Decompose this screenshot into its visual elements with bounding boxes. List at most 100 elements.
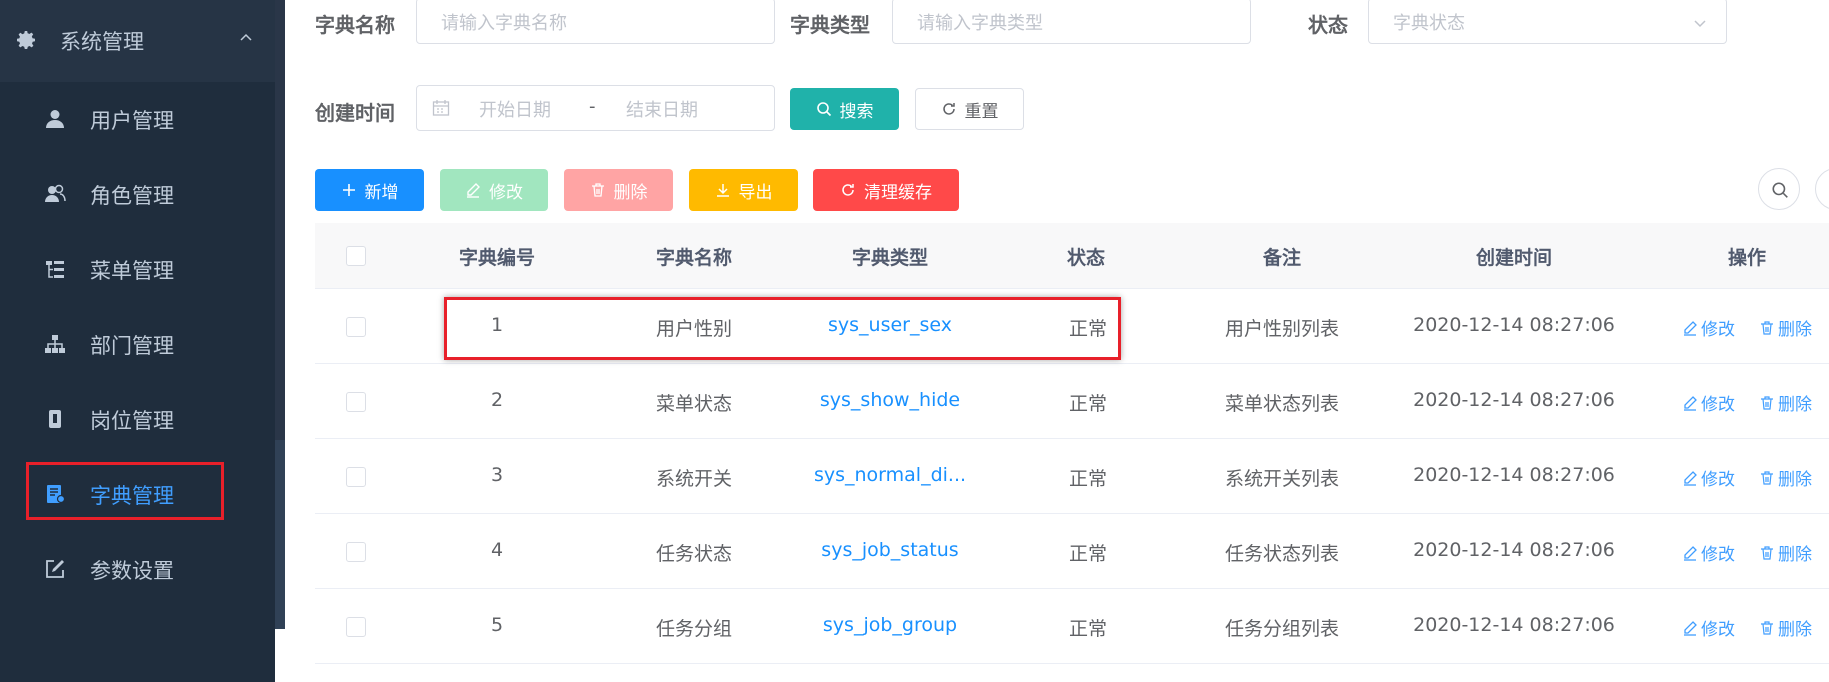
status-placeholder: 字典状态 [1393,13,1465,34]
sidebar-scrollbar[interactable] [275,0,285,440]
row-checkbox[interactable] [346,467,366,487]
highlight-box-row [444,297,1121,360]
row-edit-label: 修改 [1701,470,1735,490]
cell-type-link[interactable]: sys_job_group [823,614,957,636]
sidebar-item-roles[interactable]: 角色管理 [0,157,275,232]
search-icon [1772,182,1788,198]
edit-icon [1684,320,1697,336]
cell-id: 4 [490,539,504,561]
table-row: 3 系统开关 sys_normal_di... 正常 系统开关列表 2020-1… [315,439,1829,514]
row-edit-label: 修改 [1701,395,1735,415]
row-edit-link[interactable]: 修改 [1682,615,1735,640]
sidebar-item-label: 角色管理 [90,184,174,208]
cell-type-link[interactable]: sys_job_status [821,539,958,561]
dict-type-input[interactable]: 请输入字典类型 [892,0,1251,44]
sidebar-item-params[interactable]: 参数设置 [0,532,275,607]
edit-icon [1684,545,1697,561]
cell-status: 正常 [1068,543,1108,565]
row-delete-link[interactable]: 删除 [1759,315,1812,340]
delete-button[interactable]: 删除 [564,169,673,211]
cell-remark: 用户性别列表 [1224,318,1340,340]
reset-button[interactable]: 重置 [915,88,1024,130]
edit-button[interactable]: 修改 [440,169,548,211]
dict-name-placeholder: 请输入字典名称 [441,13,567,34]
chevron-down-icon [1694,20,1706,28]
status-select[interactable]: 字典状态 [1368,0,1727,44]
cell-created: 2020-12-14 08:27:06 [1413,539,1615,561]
sidebar-group-system[interactable]: 系统管理 [0,0,275,82]
trash-icon [1761,395,1773,410]
cell-id: 5 [490,614,504,636]
search-toggle-button[interactable] [1758,168,1800,210]
row-delete-link[interactable]: 删除 [1759,615,1812,640]
row-edit-link[interactable]: 修改 [1682,390,1735,415]
cell-name: 任务分组 [655,618,733,640]
sidebar-item-departments[interactable]: 部门管理 [0,307,275,382]
row-edit-label: 修改 [1701,620,1735,640]
row-checkbox[interactable] [346,392,366,412]
search-button-label: 搜索 [839,101,874,122]
sidebar-item-next[interactable] [0,607,275,682]
row-checkbox[interactable] [346,317,366,337]
dict-name-input[interactable]: 请输入字典名称 [416,0,775,44]
cell-created: 2020-12-14 08:27:06 [1413,314,1615,336]
clear-cache-button[interactable]: 清理缓存 [813,169,959,211]
row-delete-link[interactable]: 删除 [1759,465,1812,490]
row-delete-link[interactable]: 删除 [1759,540,1812,565]
cell-status: 正常 [1068,618,1108,640]
sidebar-item-label: 用户管理 [90,109,174,133]
date-range-picker[interactable]: 开始日期 - 结束日期 [416,85,775,131]
table-header: 字典编号 字典名称 字典类型 状态 备注 创建时间 操作 [315,223,1829,289]
post-icon [49,410,61,428]
sidebar-item-users[interactable]: 用户管理 [0,82,275,157]
col-header-status: 状态 [1066,247,1106,269]
search-button[interactable]: 搜索 [790,88,899,130]
gear-icon [17,31,35,49]
col-header-created: 创建时间 [1475,247,1553,269]
cell-status: 正常 [1068,468,1108,490]
sidebar-item-label: 菜单管理 [90,259,174,283]
select-all-checkbox[interactable] [346,246,366,266]
trash-icon [1761,470,1773,485]
row-checkbox[interactable] [346,617,366,637]
export-button[interactable]: 导出 [689,169,798,211]
cell-remark: 菜单状态列表 [1224,393,1340,415]
peoples-icon [45,184,66,202]
row-edit-link[interactable]: 修改 [1682,540,1735,565]
cell-type-link[interactable]: sys_normal_di... [814,464,966,486]
edit-button-label: 修改 [489,182,523,203]
sidebar: 系统管理 用户管理 角色管理 菜单管理 部门管理 岗位管理 字典管理 参数设置 [0,0,285,682]
download-icon [716,184,729,197]
cell-name: 任务状态 [655,543,733,565]
sidebar-item-posts[interactable]: 岗位管理 [0,382,275,457]
edit-icon [1684,620,1697,636]
row-edit-link[interactable]: 修改 [1682,465,1735,490]
trash-icon [591,183,604,197]
sidebar-item-menus[interactable]: 菜单管理 [0,232,275,307]
sidebar-item-label: 参数设置 [90,559,174,583]
export-button-label: 导出 [738,182,773,203]
add-button-label: 新增 [364,182,399,203]
trash-icon [1761,545,1773,560]
refresh-table-button[interactable] [1815,168,1829,210]
row-edit-label: 修改 [1701,545,1735,565]
sidebar-group-label: 系统管理 [60,30,144,54]
cell-name: 菜单状态 [655,393,733,415]
row-delete-label: 删除 [1778,620,1812,640]
cell-type-link[interactable]: sys_show_hide [820,389,960,411]
user-icon [46,110,64,128]
clear-cache-button-label: 清理缓存 [864,182,932,203]
row-checkbox[interactable] [346,542,366,562]
edit-icon [1684,470,1697,486]
row-edit-link[interactable]: 修改 [1682,315,1735,340]
row-delete-link[interactable]: 删除 [1759,390,1812,415]
edit-icon [467,183,480,198]
tree-icon [45,335,65,353]
plus-icon [342,184,355,196]
cell-created: 2020-12-14 08:27:06 [1413,464,1615,486]
col-header-remark: 备注 [1262,247,1302,269]
edit-icon [1684,395,1697,411]
sidebar-item-label: 部门管理 [90,334,174,358]
add-button[interactable]: 新增 [315,169,424,211]
row-delete-label: 删除 [1778,395,1812,415]
